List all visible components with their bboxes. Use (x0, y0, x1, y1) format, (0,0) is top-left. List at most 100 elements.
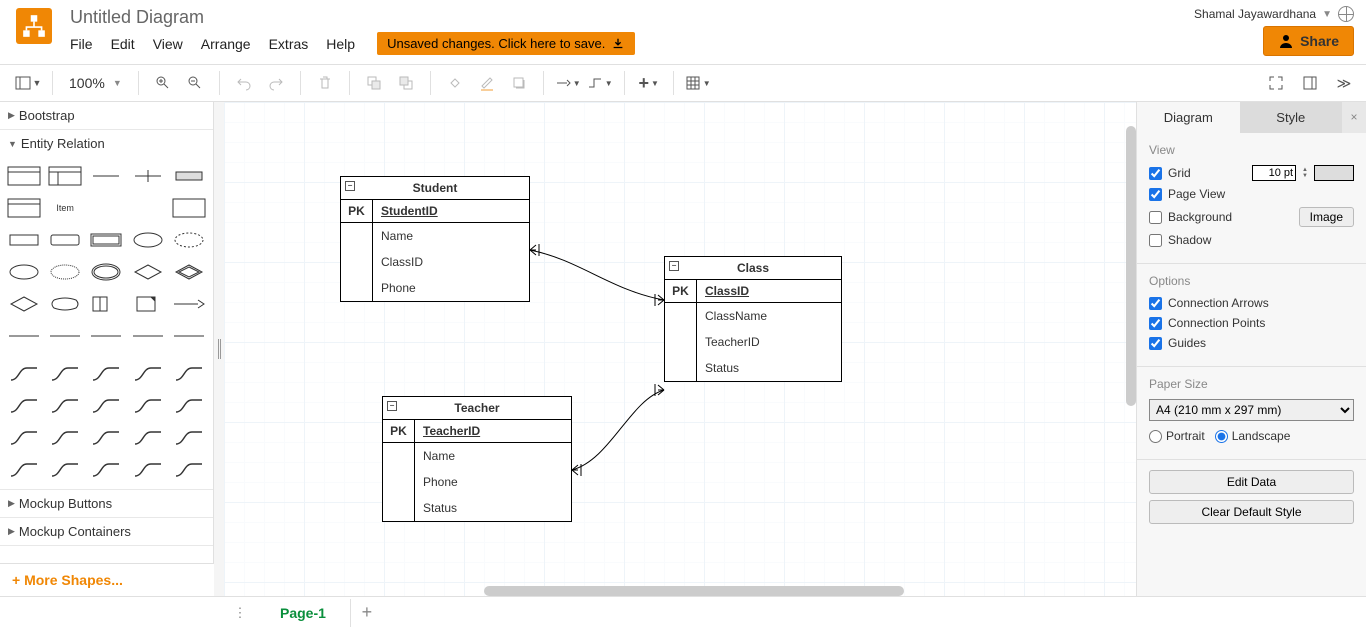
shape-item[interactable] (6, 457, 41, 483)
shape-item[interactable] (89, 291, 124, 317)
collapse-button[interactable]: ≫ (1330, 69, 1358, 97)
shape-item[interactable] (130, 393, 165, 419)
entity-class[interactable]: −ClassPKClassIDClassNameTeacherIDStatus (664, 256, 842, 382)
zoom-in-button[interactable] (149, 69, 177, 97)
tab-diagram[interactable]: Diagram (1137, 102, 1240, 133)
insert-button[interactable]: +▼ (635, 69, 663, 97)
redo-button[interactable] (262, 69, 290, 97)
entity-student[interactable]: −StudentPKStudentIDNameClassIDPhone (340, 176, 530, 302)
shape-item[interactable] (172, 259, 207, 285)
shape-item[interactable] (130, 163, 165, 189)
shape-item[interactable] (172, 457, 207, 483)
menu-view[interactable]: View (153, 36, 183, 52)
shape-item[interactable] (89, 457, 124, 483)
shape-item[interactable] (6, 361, 41, 387)
table-button[interactable]: ▼ (684, 69, 712, 97)
shape-item[interactable] (89, 227, 124, 253)
shape-item[interactable] (47, 393, 82, 419)
shape-item[interactable] (6, 393, 41, 419)
connection-style-button[interactable]: ▼ (554, 69, 582, 97)
user-area[interactable]: Shamal Jayawardhana ▼ (1194, 6, 1354, 22)
delete-button[interactable] (311, 69, 339, 97)
shape-item[interactable] (130, 361, 165, 387)
menu-arrange[interactable]: Arrange (201, 36, 251, 52)
globe-icon[interactable] (1338, 6, 1354, 22)
shape-item[interactable] (6, 323, 41, 349)
shape-item[interactable] (172, 393, 207, 419)
close-panel-button[interactable]: × (1342, 102, 1366, 133)
palette-section-mockup-buttons[interactable]: ▶Mockup Buttons (0, 490, 213, 517)
shape-item[interactable] (172, 195, 207, 221)
waypoint-style-button[interactable]: ▼ (586, 69, 614, 97)
entity-teacher[interactable]: −TeacherPKTeacherIDNamePhoneStatus (382, 396, 572, 522)
shape-item[interactable] (172, 361, 207, 387)
shape-item[interactable] (89, 163, 124, 189)
background-checkbox[interactable] (1149, 211, 1162, 224)
shadow-checkbox[interactable] (1149, 234, 1162, 247)
format-panel-button[interactable] (1296, 69, 1324, 97)
palette-section-mockup-containers[interactable]: ▶Mockup Containers (0, 518, 213, 545)
grid-size-input[interactable] (1252, 165, 1296, 181)
guides-checkbox[interactable] (1149, 337, 1162, 350)
shape-item[interactable] (89, 425, 124, 451)
shape-item[interactable] (130, 425, 165, 451)
vertical-scrollbar[interactable] (1126, 126, 1136, 406)
line-color-button[interactable] (473, 69, 501, 97)
add-page-button[interactable]: + (351, 602, 383, 623)
share-button[interactable]: Share (1263, 26, 1354, 56)
page-menu-button[interactable]: ⋮ (224, 605, 256, 621)
shape-item[interactable] (130, 291, 165, 317)
shape-item[interactable] (130, 323, 165, 349)
palette-section-bootstrap[interactable]: ▶Bootstrap (0, 102, 213, 129)
palette-section-entity-relation[interactable]: ▼Entity Relation (0, 130, 213, 157)
shape-item[interactable] (47, 291, 82, 317)
shape-item[interactable] (89, 393, 124, 419)
grid-color-swatch[interactable] (1314, 165, 1354, 181)
shape-item[interactable] (130, 457, 165, 483)
shape-item[interactable]: Item (47, 195, 82, 221)
shape-item[interactable] (6, 195, 41, 221)
to-back-button[interactable] (392, 69, 420, 97)
shape-item[interactable] (130, 227, 165, 253)
fullscreen-button[interactable] (1262, 69, 1290, 97)
grid-checkbox[interactable] (1149, 167, 1162, 180)
conn-points-checkbox[interactable] (1149, 317, 1162, 330)
paper-size-select[interactable]: A4 (210 mm x 297 mm) (1149, 399, 1354, 421)
app-logo[interactable] (16, 8, 52, 44)
conn-arrows-checkbox[interactable] (1149, 297, 1162, 310)
shape-item[interactable] (130, 195, 165, 221)
pageview-checkbox[interactable] (1149, 188, 1162, 201)
shape-item[interactable] (172, 227, 207, 253)
shape-item[interactable] (89, 259, 124, 285)
shape-item[interactable] (172, 291, 207, 317)
landscape-radio[interactable] (1215, 430, 1228, 443)
menu-edit[interactable]: Edit (111, 36, 135, 52)
shape-item[interactable] (6, 227, 41, 253)
shape-item[interactable] (47, 457, 82, 483)
shape-item[interactable] (6, 425, 41, 451)
edit-data-button[interactable]: Edit Data (1149, 470, 1354, 494)
zoom-out-button[interactable] (181, 69, 209, 97)
fill-color-button[interactable] (441, 69, 469, 97)
shape-item[interactable] (6, 259, 41, 285)
shape-item[interactable] (47, 163, 82, 189)
shape-item[interactable] (89, 361, 124, 387)
shape-item[interactable] (172, 323, 207, 349)
zoom-control[interactable]: 100%▼ (63, 75, 128, 91)
sidebar-toggle-button[interactable]: ▼ (14, 69, 42, 97)
document-title[interactable]: Untitled Diagram (60, 3, 1358, 30)
shape-item[interactable] (172, 163, 207, 189)
horizontal-scrollbar[interactable] (484, 586, 904, 596)
shape-item[interactable] (47, 259, 82, 285)
shape-item[interactable] (89, 323, 124, 349)
shape-item[interactable] (47, 323, 82, 349)
more-shapes-button[interactable]: + More Shapes... (0, 563, 214, 596)
to-front-button[interactable] (360, 69, 388, 97)
shape-item[interactable] (47, 361, 82, 387)
shape-item[interactable] (89, 195, 124, 221)
tab-style[interactable]: Style (1240, 102, 1343, 133)
shape-item[interactable] (47, 425, 82, 451)
shape-item[interactable] (6, 291, 41, 317)
portrait-radio[interactable] (1149, 430, 1162, 443)
shape-item[interactable] (6, 163, 41, 189)
